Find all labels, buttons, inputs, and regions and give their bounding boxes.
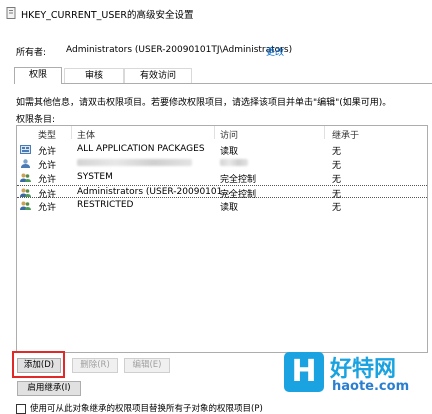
row-principal: Administrators (USER-20090101... (77, 187, 231, 197)
user-group-icon (20, 201, 31, 210)
watermark-logo-letter: H (291, 354, 317, 389)
tab-effective-access[interactable]: 有效访问 (124, 68, 192, 83)
tab-divider (14, 83, 432, 84)
package-icon (20, 145, 31, 154)
watermark: H 好特网 haote.com (284, 352, 432, 408)
row-principal: ALL APPLICATION PACKAGES (77, 144, 205, 154)
user-icon (21, 159, 30, 168)
column-divider (71, 126, 72, 139)
add-button-highlight (12, 351, 65, 378)
column-header-access[interactable]: 访问 (220, 128, 238, 141)
window-title: HKEY_CURRENT_USER的高级安全设置 (21, 10, 194, 21)
table-row[interactable]: 允许 SYSTEM 完全控制 无 (17, 171, 427, 185)
column-divider (324, 126, 325, 139)
owner-value: Administrators (USER-20090101TJ\Administ… (66, 45, 293, 55)
enable-inheritance-button[interactable]: 启用继承(I) (17, 381, 81, 396)
row-access: 读取 (220, 203, 239, 213)
table-header: 类型 主体 访问 继承于 (17, 126, 427, 141)
replace-child-permissions-row[interactable]: 使用可从此对象继承的权限项目替换所有子对象的权限项目(P) (16, 402, 263, 414)
replace-child-permissions-checkbox[interactable] (16, 403, 26, 414)
table-row[interactable]: 允许 无 (17, 157, 427, 171)
table-row-selected[interactable]: 允许 Administrators (USER-20090101... 完全控制… (17, 185, 427, 200)
row-access: 完全控制 (220, 175, 257, 185)
permission-entries-label: 权限条目: (16, 115, 56, 125)
row-principal: SYSTEM (77, 172, 113, 182)
watermark-url: haote.com (332, 379, 410, 394)
row-type: 允许 (38, 161, 57, 171)
row-principal-redacted (77, 158, 192, 168)
title-bar: HKEY_CURRENT_USER的高级安全设置 (0, 0, 432, 26)
row-principal: RESTRICTED (77, 200, 134, 210)
column-header-type[interactable]: 类型 (38, 128, 56, 141)
row-type: 允许 (38, 147, 57, 157)
row-access: 读取 (220, 147, 239, 157)
row-type: 允许 (38, 203, 57, 213)
column-header-principal[interactable]: 主体 (77, 128, 95, 141)
table-row[interactable]: 允许 ALL APPLICATION PACKAGES 读取 无 (17, 143, 427, 157)
user-group-icon (20, 188, 31, 197)
tab-auditing[interactable]: 审核 (64, 68, 124, 83)
table-row[interactable]: 允许 RESTRICTED 读取 无 (17, 199, 427, 213)
column-divider (214, 126, 215, 139)
watermark-logo-icon: H (284, 352, 324, 392)
replace-child-permissions-label: 使用可从此对象继承的权限项目替换所有子对象的权限项目(P) (30, 404, 263, 414)
row-inherited: 无 (332, 147, 342, 157)
row-inherited: 无 (332, 203, 342, 213)
hint-text: 如需其他信息，请双击权限项目。若要修改权限项目，请选择该项目并单击"编辑"(如果… (16, 98, 392, 108)
tab-permissions[interactable]: 权限 (14, 67, 62, 84)
row-inherited: 无 (332, 175, 342, 185)
user-group-icon (20, 173, 31, 182)
owner-label: 所有者: (16, 48, 47, 58)
edit-button[interactable]: 编辑(E) (124, 358, 170, 373)
row-type: 允许 (38, 175, 57, 185)
registry-key-icon (6, 7, 16, 19)
column-header-inherited[interactable]: 继承于 (332, 128, 359, 141)
row-access-redacted (220, 158, 248, 168)
row-inherited: 无 (332, 161, 342, 171)
change-owner-link[interactable]: 更改 (266, 45, 284, 58)
remove-button[interactable]: 删除(R) (72, 358, 118, 373)
permission-entries-table[interactable]: 类型 主体 访问 继承于 允许 ALL APPLICATION PACKAGES… (16, 125, 428, 353)
